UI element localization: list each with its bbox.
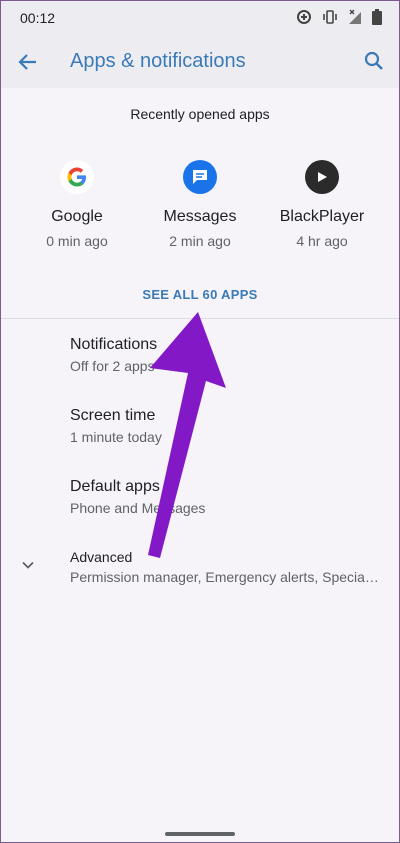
setting-default-apps[interactable]: Default apps Phone and Messages [70,478,390,516]
vibrate-icon [323,10,337,24]
setting-title: Screen time [70,407,156,424]
recent-app-name: Google [51,208,103,225]
recent-app-google[interactable]: Google 0 min ago [22,160,132,249]
setting-title: Notifications [70,336,158,353]
divider [0,318,400,319]
recent-app-time: 0 min ago [46,233,108,249]
setting-summary: Off for 2 apps [70,358,155,374]
setting-summary: Permission manager, Emergency alerts, Sp… [70,569,382,585]
google-icon [60,160,94,194]
recent-app-name: BlackPlayer [279,208,365,225]
page-title: Apps & notifications [70,50,246,72]
setting-screen-time[interactable]: Screen time 1 minute today [70,407,390,445]
recent-apps-header: Recently opened apps [130,106,270,122]
see-all-apps-button[interactable]: SEE ALL 60 APPS [0,287,400,302]
arrow-back-icon [18,54,36,70]
battery-icon [372,9,382,25]
recent-app-time: 2 min ago [169,233,231,249]
setting-notifications[interactable]: Notifications Off for 2 apps [70,336,390,374]
status-time: 00:12 [20,10,56,26]
messages-icon [183,160,217,194]
recent-app-blackplayer[interactable]: BlackPlayer 4 hr ago [267,160,377,249]
status-icons [296,9,382,25]
blackplayer-icon [305,160,339,194]
setting-title: Advanced [70,549,133,565]
no-signal-icon [349,9,361,24]
app-bar: Apps & notifications [0,36,400,88]
setting-summary: Phone and Messages [70,500,206,516]
status-bar: 00:12 [0,0,400,36]
navigation-handle[interactable] [165,832,235,836]
setting-summary: 1 minute today [70,429,162,445]
chevron-down-icon[interactable] [18,555,38,575]
setting-title: Default apps [70,478,160,495]
search-icon [364,51,383,70]
setting-advanced[interactable]: Advanced Permission manager, Emergency a… [70,549,390,585]
recent-app-name: Messages [163,208,237,225]
search-button[interactable] [362,49,386,73]
recent-app-time: 4 hr ago [296,233,348,249]
back-button[interactable] [16,50,40,74]
data-saver-icon [297,10,311,24]
recent-app-messages[interactable]: Messages 2 min ago [145,160,255,249]
